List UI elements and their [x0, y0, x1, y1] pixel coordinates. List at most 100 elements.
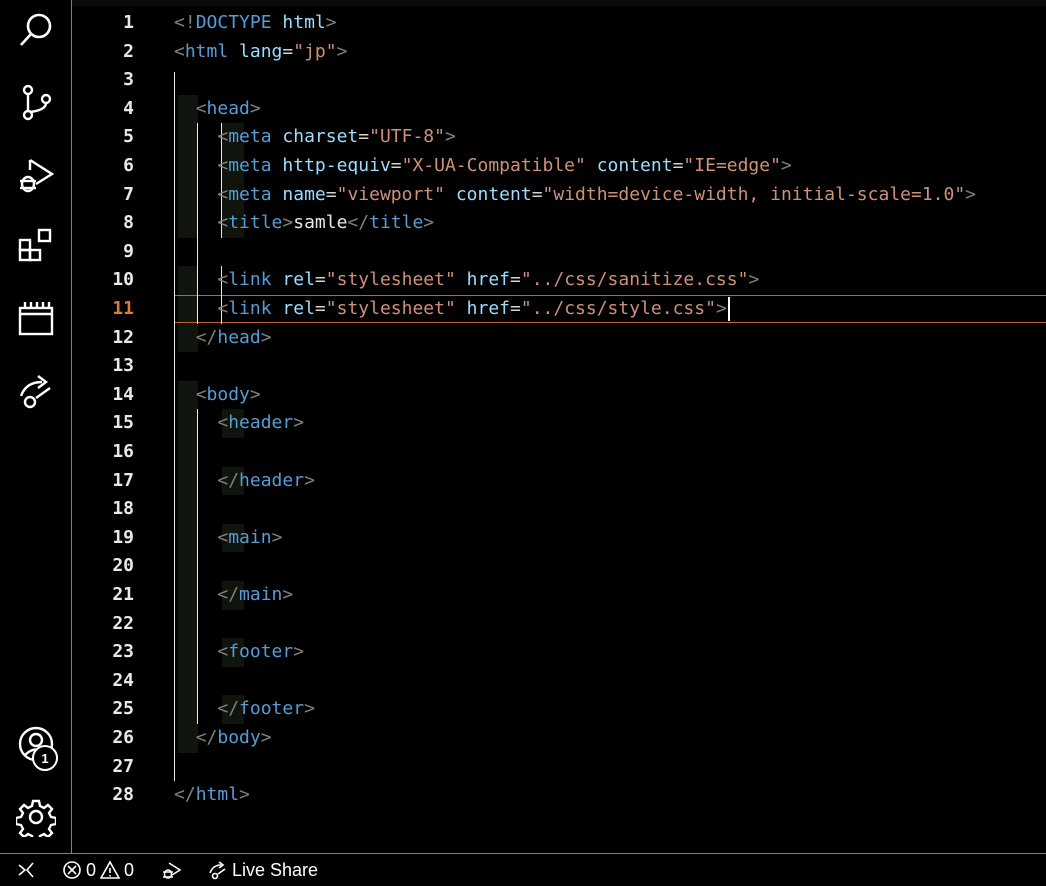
code-line[interactable]: 3 — [72, 66, 1046, 95]
remote-indicator-icon[interactable] — [16, 854, 36, 886]
account-badge: 1 — [32, 745, 58, 771]
code-line[interactable]: 12 </head> — [72, 324, 1046, 353]
line-number: 10 — [112, 269, 134, 291]
code-line[interactable]: 10 <link rel="stylesheet" href="../css/s… — [72, 266, 1046, 295]
error-count: 0 — [86, 859, 97, 880]
code-token: rel — [282, 269, 315, 291]
code-line[interactable]: 15 <header> — [72, 409, 1046, 438]
code-token: </ — [195, 326, 218, 348]
code-line[interactable]: 11 <link rel="stylesheet" href="../css/s… — [72, 295, 1046, 324]
code-token: "../css/sanitize.css" — [520, 269, 749, 291]
code-line[interactable]: 21 </main> — [72, 581, 1046, 610]
code-line[interactable]: 27 — [72, 753, 1046, 782]
code-token: </ — [217, 584, 240, 605]
code-line[interactable]: 2 <html lang="jp"> — [72, 38, 1046, 67]
code-line[interactable]: 16 — [72, 438, 1046, 467]
line-number: 6 — [123, 155, 134, 176]
code-line[interactable]: 28 </html> — [72, 781, 1046, 810]
code-line[interactable]: 13 — [72, 352, 1046, 381]
code-token: = — [510, 298, 521, 319]
code-token: < — [217, 212, 229, 234]
remote-explorer-icon[interactable] — [14, 296, 58, 340]
code-token: footer — [228, 641, 294, 663]
code-line[interactable]: 18 — [72, 495, 1046, 524]
code-token: < — [195, 97, 207, 119]
code-line[interactable]: 19 <main> — [72, 524, 1046, 553]
code-token: < — [195, 383, 207, 405]
problems-indicator[interactable]: 0 0 — [62, 854, 134, 886]
code-token: header — [239, 469, 305, 491]
code-editor[interactable]: 1 <!DOCTYPE html> 2 <html lang="jp"> 3 4 <hea… — [72, 0, 1046, 853]
search-icon[interactable] — [14, 8, 58, 52]
line-number: 5 — [123, 126, 134, 148]
settings-gear-icon[interactable] — [14, 795, 58, 839]
line-number: 3 — [123, 69, 134, 91]
live-share-status-button[interactable]: Live Share — [208, 854, 318, 886]
code-line[interactable]: 22 — [72, 610, 1046, 639]
code-token: samle — [293, 212, 348, 234]
code-token: "IE=edge" — [683, 155, 781, 176]
run-debug-icon[interactable] — [14, 152, 58, 196]
code-line[interactable]: 23 <footer> — [72, 638, 1046, 667]
code-token: </ — [195, 727, 218, 748]
live-share-icon[interactable] — [14, 368, 58, 412]
code-token: > — [325, 12, 337, 33]
code-token: > — [249, 97, 261, 119]
code-line[interactable]: 9 — [72, 238, 1046, 267]
code-text: <!DOCTYPE html> — [174, 9, 337, 38]
code-token: > — [965, 183, 977, 205]
code-text: <body> — [174, 381, 261, 410]
line-number: 26 — [112, 727, 134, 748]
code-token: = — [390, 155, 402, 176]
line-number: 18 — [112, 498, 134, 520]
code-line[interactable]: 5 <meta charset="UTF-8"> — [72, 123, 1046, 152]
code-token: link — [228, 298, 272, 319]
code-line[interactable]: 8 <title>samle</title> — [72, 209, 1046, 238]
code-line[interactable]: 24 — [72, 667, 1046, 696]
code-token: "../css/style.css" — [520, 298, 716, 319]
code-line[interactable]: 14 <body> — [72, 381, 1046, 410]
code-line[interactable]: 6 <meta http-equiv="X-UA-Compatible" con… — [72, 152, 1046, 181]
line-number: 2 — [123, 40, 134, 62]
code-token: < — [217, 183, 229, 205]
code-token: < — [217, 412, 229, 434]
code-token: > — [748, 269, 760, 291]
code-line[interactable]: 20 — [72, 552, 1046, 581]
code-token: > — [336, 40, 348, 62]
code-text: <meta name="viewport" content="width=dev… — [174, 181, 976, 210]
code-line[interactable]: 26 </body> — [72, 724, 1046, 753]
live-share-icon — [209, 861, 226, 880]
code-token: "UTF-8" — [369, 126, 445, 148]
code-text: </html> — [174, 781, 250, 810]
editor-tab-strip — [72, 0, 1046, 6]
code-line[interactable]: 25 </footer> — [72, 695, 1046, 724]
line-number: 28 — [112, 784, 134, 806]
code-text: <link rel="stylesheet" href="../css/sani… — [174, 266, 759, 295]
line-number: 24 — [112, 669, 134, 691]
code-line[interactable]: 17 </header> — [72, 467, 1046, 496]
line-number: 21 — [112, 584, 134, 605]
code-token: href — [466, 298, 511, 319]
code-line[interactable]: 7 <meta name="viewport" content="width=d… — [72, 181, 1046, 210]
error-icon — [63, 861, 81, 879]
code-line[interactable]: 1 <!DOCTYPE html> — [72, 9, 1046, 38]
debug-status-icon[interactable] — [162, 854, 182, 886]
code-line[interactable]: 4 <head> — [72, 95, 1046, 124]
code-token: footer — [239, 698, 305, 720]
code-text: </header> — [174, 467, 315, 496]
code-token: content — [455, 183, 532, 205]
code-token: = — [314, 298, 326, 319]
extensions-icon[interactable] — [14, 224, 58, 268]
code-token: = — [282, 40, 294, 62]
code-token: </ — [217, 469, 240, 491]
source-control-icon[interactable] — [14, 80, 58, 124]
code-text: </footer> — [174, 695, 315, 724]
